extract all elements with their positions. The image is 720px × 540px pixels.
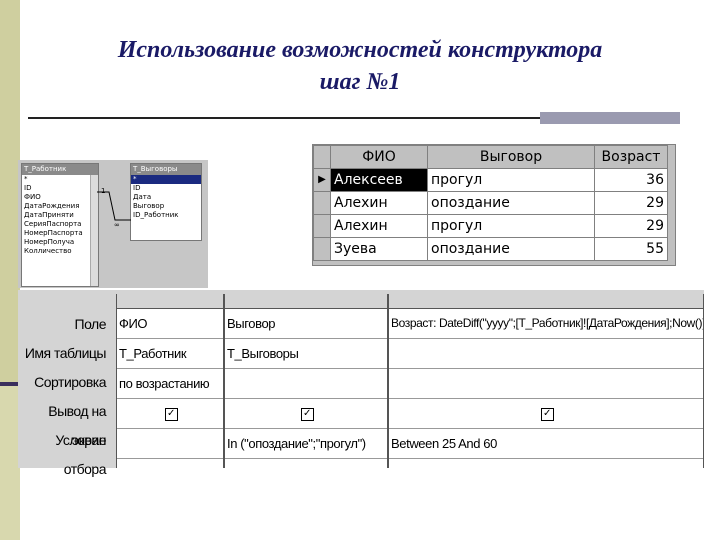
qbe-sort-cell[interactable] (225, 369, 387, 399)
qbe-column-vygovor: Выговор T_Выговоры ✓ In ("опоздание";"пр… (224, 294, 388, 468)
column-header-fio[interactable]: ФИО (330, 145, 428, 169)
relation-many-label: ∞ (114, 221, 120, 229)
row-label-table: Имя таблицы (24, 345, 107, 361)
cell-age[interactable]: 55 (594, 237, 668, 261)
table-field[interactable]: ДатаРождения (22, 202, 98, 211)
title-divider-box (540, 112, 680, 124)
qbe-table-cell[interactable]: T_Работник (117, 339, 223, 369)
table-field[interactable]: ID (22, 184, 98, 193)
qbe-table-cell[interactable] (389, 339, 703, 369)
table-field[interactable]: ID_Работник (131, 211, 201, 220)
table-field[interactable]: * (131, 175, 201, 184)
qbe-sort-cell[interactable] (389, 369, 703, 399)
show-checkbox[interactable]: ✓ (540, 408, 554, 422)
qbe-column-age: Возраст: DateDiff("yyyy";[T_Работник]![Д… (388, 294, 704, 468)
table-field[interactable]: Дата (131, 193, 201, 202)
qbe-field-cell[interactable]: Выговор (225, 309, 387, 339)
qbe-grid: Поле Имя таблицы Сортировка Вывод на экр… (18, 290, 704, 477)
table-row[interactable]: Алехин опоздание 29 (313, 191, 668, 215)
table-field[interactable]: * (22, 175, 98, 184)
record-selector[interactable] (313, 214, 331, 238)
qbe-column-fio: ФИО T_Работник по возрастанию ✓ (116, 294, 224, 468)
title-line-1: Использование возможностей конструктора (117, 37, 603, 63)
table-row[interactable]: Алехин прогул 29 (313, 214, 668, 238)
qbe-show-cell[interactable]: ✓ (225, 399, 387, 429)
relation-one-label: 1 (101, 187, 106, 195)
row-label-sort: Сортировка (34, 374, 106, 390)
datasheet-header-row: ФИО Выговор Возраст (313, 145, 668, 169)
table-field[interactable]: ID (131, 184, 201, 193)
table-field[interactable]: ДатаПриняти (22, 211, 98, 220)
result-datasheet: ФИО Выговор Возраст ▶ Алексеев прогул 36… (312, 144, 676, 266)
column-header-age[interactable]: Возраст (594, 145, 668, 169)
slide-left-band-top (0, 0, 20, 385)
qbe-show-cell[interactable]: ✓ (117, 399, 223, 429)
table-box-rabotnik[interactable]: T_Работник * ID ФИО ДатаРождения ДатаПри… (21, 163, 99, 287)
record-selector[interactable] (313, 191, 331, 215)
qbe-field-cell[interactable]: Возраст: DateDiff("yyyy";[T_Работник]![Д… (389, 309, 703, 339)
table-title[interactable]: T_Работник (22, 164, 98, 175)
table-field[interactable]: НомерПаспорта (22, 229, 98, 238)
row-label-criteria: Условие отбора (55, 432, 106, 477)
table-field[interactable]: НомерПолуча (22, 238, 98, 247)
cell-vygovor[interactable]: опоздание (427, 191, 595, 215)
table-box-vygovory[interactable]: T_Выговоры * ID Дата Выговор ID_Работник (130, 163, 202, 241)
cell-vygovor[interactable]: прогул (427, 168, 595, 192)
cell-fio[interactable]: Алехин (330, 191, 428, 215)
qbe-criteria-cell[interactable]: In ("опоздание";"прогул") (225, 429, 387, 459)
cell-age[interactable]: 29 (594, 191, 668, 215)
title-line-2: шаг №1 (319, 69, 401, 95)
row-label-show: Вывод на экран (48, 403, 106, 448)
record-selector-arrow[interactable]: ▶ (313, 168, 331, 192)
cell-fio[interactable]: Алехин (330, 214, 428, 238)
show-checkbox[interactable]: ✓ (164, 408, 178, 422)
table-field[interactable]: ФИО (22, 193, 98, 202)
slide-title: Использование возможностей конструктора … (40, 34, 680, 98)
column-selector[interactable] (225, 294, 387, 309)
show-checkbox[interactable]: ✓ (300, 408, 314, 422)
record-selector[interactable] (313, 237, 331, 261)
table-field[interactable]: СерияПаспорта (22, 220, 98, 229)
qbe-criteria-cell[interactable] (117, 429, 223, 459)
table-row[interactable]: Зуева опоздание 55 (313, 237, 668, 261)
cell-age[interactable]: 36 (594, 168, 668, 192)
table-field[interactable]: Выговор (131, 202, 201, 211)
cell-vygovor[interactable]: опоздание (427, 237, 595, 261)
cell-fio[interactable]: Алексеев (330, 168, 428, 192)
table-field[interactable]: Колличество (22, 247, 98, 256)
table-title[interactable]: T_Выговоры (131, 164, 201, 175)
qbe-field-cell[interactable]: ФИО (117, 309, 223, 339)
qbe-show-cell[interactable]: ✓ (389, 399, 703, 429)
table-row[interactable]: ▶ Алексеев прогул 36 (313, 168, 668, 192)
record-selector-header[interactable] (313, 145, 331, 169)
cell-vygovor[interactable]: прогул (427, 214, 595, 238)
qbe-criteria-cell[interactable]: Between 25 And 60 (389, 429, 703, 459)
qbe-table-cell[interactable]: T_Выговоры (225, 339, 387, 369)
cell-fio[interactable]: Зуева (330, 237, 428, 261)
qbe-sort-cell[interactable]: по возрастанию (117, 369, 223, 399)
title-divider (28, 117, 540, 119)
row-label-field: Поле (74, 316, 107, 332)
column-header-vygovor[interactable]: Выговор (427, 145, 595, 169)
qbe-row-labels: Поле Имя таблицы Сортировка Вывод на экр… (18, 310, 114, 477)
column-selector[interactable] (117, 294, 223, 309)
column-selector[interactable] (389, 294, 703, 309)
cell-age[interactable]: 29 (594, 214, 668, 238)
